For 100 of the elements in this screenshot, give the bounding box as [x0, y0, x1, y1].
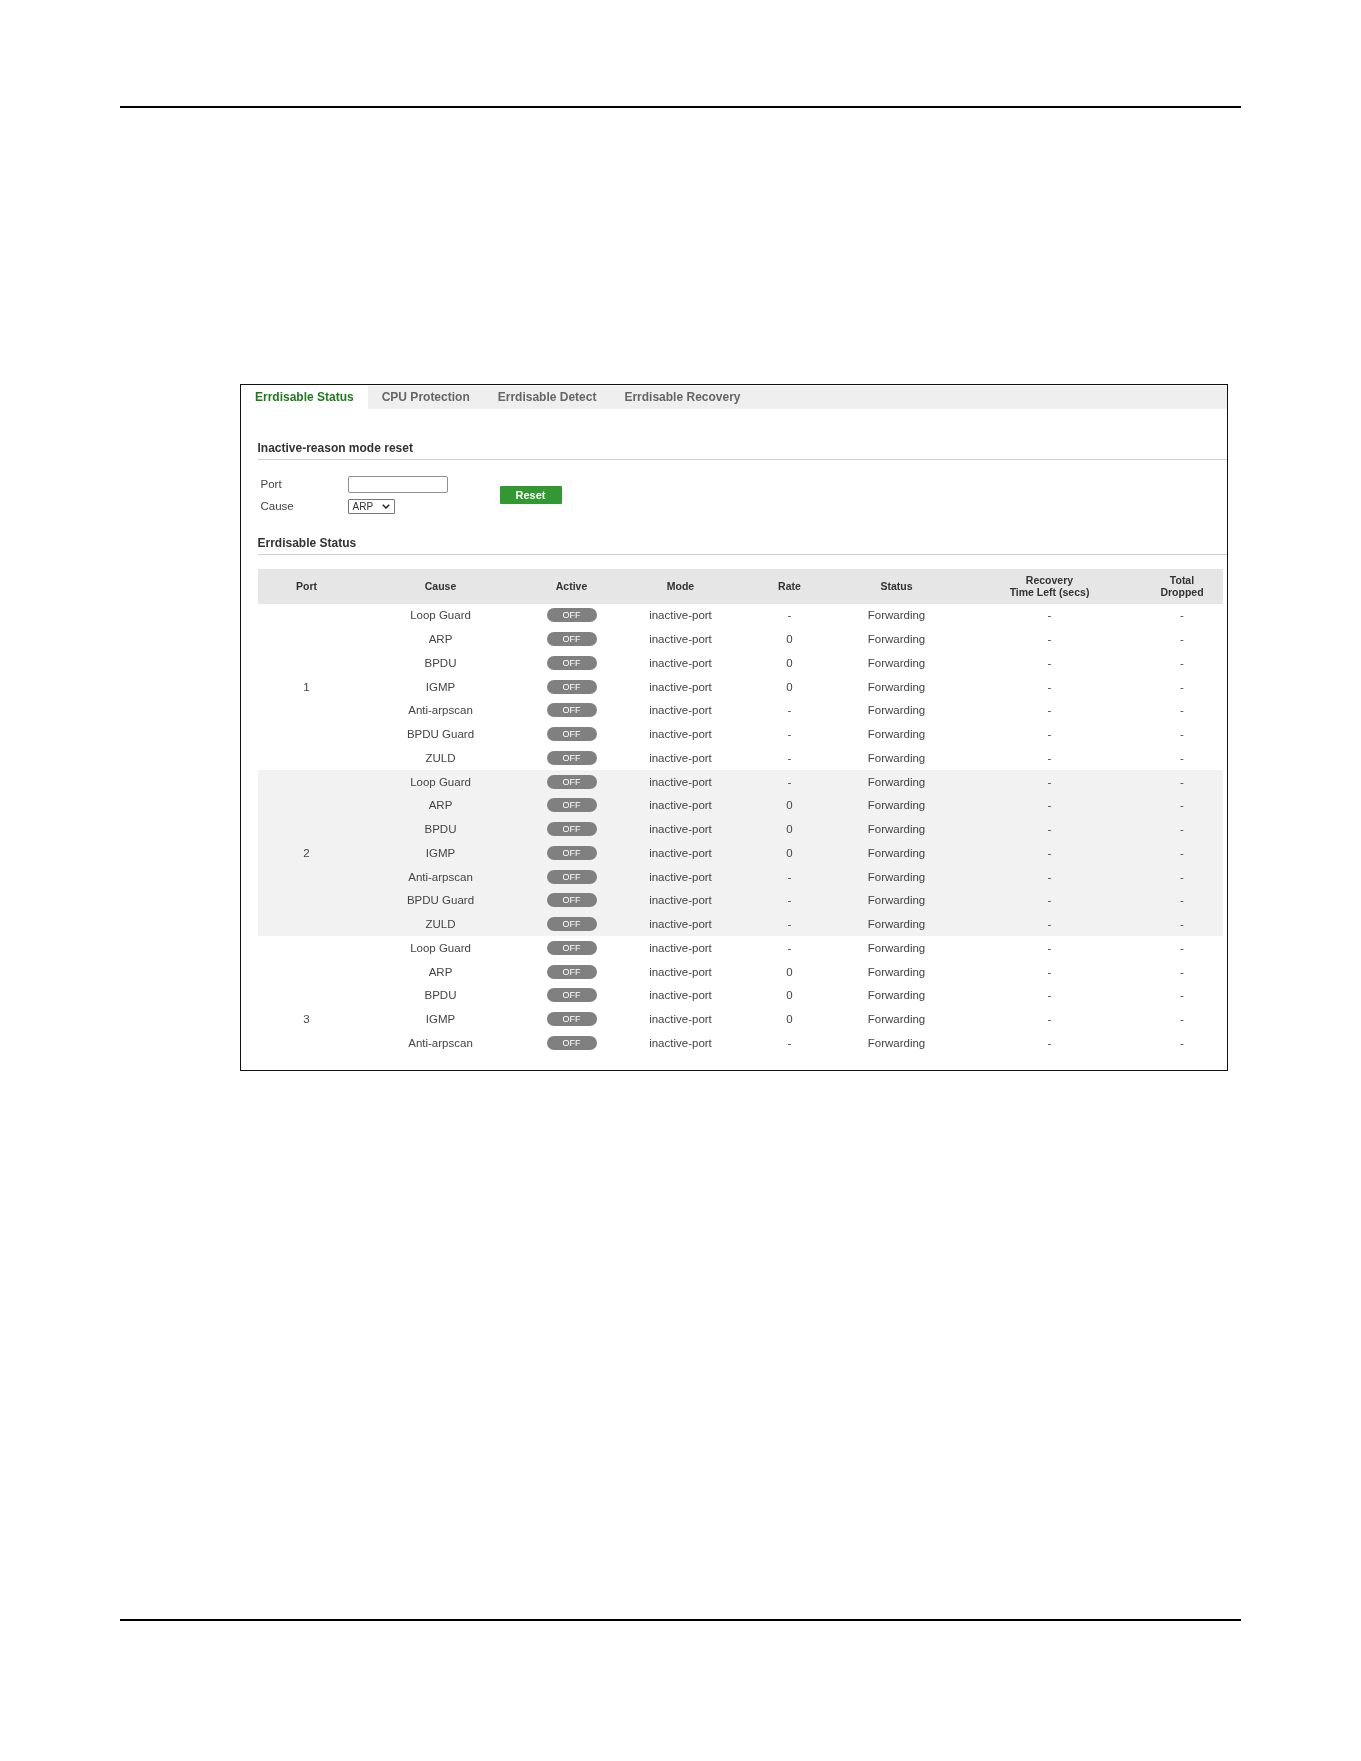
port-number: 2 — [303, 846, 310, 859]
cause-text: IGMP — [425, 1013, 456, 1026]
status-text: Forwarding — [867, 799, 926, 812]
toggle-switch[interactable]: OFF — [546, 1035, 597, 1050]
toggle-switch[interactable]: OFF — [546, 940, 597, 955]
status-text: Forwarding — [867, 633, 926, 646]
tab[interactable]: Errdisable Status — [241, 385, 368, 409]
status-text: Forwarding — [867, 751, 926, 764]
rate-text: 0 — [786, 633, 793, 646]
status-header: Status — [880, 580, 913, 592]
recovery-time-text: - — [1047, 728, 1052, 741]
toggle-switch[interactable]: OFF — [546, 608, 597, 623]
mode-text: inactive-port — [649, 680, 712, 693]
toggle-switch[interactable]: OFF — [546, 1012, 597, 1027]
section-heading: Inactive-reason mode reset — [257, 440, 413, 455]
toggle-switch[interactable]: OFF — [546, 869, 597, 884]
cause-text: ARP — [428, 633, 453, 646]
toggle-switch[interactable]: OFF — [546, 703, 597, 718]
toggle-switch[interactable]: OFF — [546, 679, 597, 694]
rate-text: - — [787, 728, 792, 741]
cause-text: Anti-arpscan — [408, 1036, 473, 1049]
mode-text: inactive-port — [649, 965, 712, 978]
rate-text: - — [787, 918, 792, 931]
reset-button[interactable]: Reset — [499, 485, 562, 504]
recovery-time-text: - — [1047, 609, 1052, 622]
active-header: Active — [555, 580, 588, 592]
rate-text: - — [787, 870, 792, 883]
cause-text: BPDU — [424, 989, 457, 1002]
toggle-switch[interactable]: OFF — [546, 917, 597, 932]
status-text: Forwarding — [867, 989, 926, 1002]
dropped-count-text: - — [1180, 704, 1184, 717]
dropped-count-text: - — [1180, 775, 1184, 788]
toggle-switch[interactable]: OFF — [546, 750, 597, 765]
toggle-switch[interactable]: OFF — [546, 988, 597, 1003]
rate-text: 0 — [786, 680, 793, 693]
recovery-time-text: - — [1047, 894, 1052, 907]
section-heading: Errdisable Status — [257, 535, 357, 550]
cause-text: BPDU Guard — [406, 728, 475, 741]
status-text: Forwarding — [867, 1036, 926, 1049]
cause-select[interactable]: ARP — [347, 498, 395, 514]
toggle-switch[interactable]: OFF — [546, 893, 597, 908]
dropped-count-text: - — [1180, 965, 1184, 978]
rate-text: 0 — [786, 799, 793, 812]
cause-text: Anti-arpscan — [408, 704, 473, 717]
recovery-time-text: - — [1047, 704, 1052, 717]
mode-text: inactive-port — [649, 894, 712, 907]
recovery-time-text: - — [1047, 823, 1052, 836]
toggle-switch[interactable]: OFF — [546, 655, 597, 670]
cause-text: Loop Guard — [410, 941, 471, 954]
status-text: Forwarding — [867, 704, 926, 717]
mode-text: inactive-port — [649, 633, 712, 646]
port-number: 1 — [303, 680, 310, 693]
toggle-switch[interactable]: OFF — [546, 964, 597, 979]
status-text: Forwarding — [867, 941, 926, 954]
rate-text: 0 — [786, 656, 793, 669]
mode-text: inactive-port — [649, 751, 712, 764]
cause-text: ARP — [428, 965, 453, 978]
status-text: Forwarding — [867, 609, 926, 622]
mode-text: inactive-port — [649, 609, 712, 622]
rate-text: - — [787, 751, 792, 764]
recovery-time-text: - — [1047, 751, 1052, 764]
rate-text: - — [787, 704, 792, 717]
rate-text: - — [787, 894, 792, 907]
toggle-switch[interactable]: OFF — [546, 727, 597, 742]
toggle-switch[interactable]: OFF — [546, 774, 597, 789]
status-text: Forwarding — [867, 894, 926, 907]
dropped-count-text: - — [1180, 1036, 1184, 1049]
port-input[interactable] — [347, 475, 448, 493]
status-text: Forwarding — [867, 870, 926, 883]
toggle-switch[interactable]: OFF — [546, 798, 597, 813]
chevron-down-icon — [381, 503, 390, 509]
tab[interactable]: Errdisable Recovery — [610, 385, 755, 409]
toggle-switch[interactable]: OFF — [546, 845, 597, 860]
mode-text: inactive-port — [649, 728, 712, 741]
port-number: 3 — [303, 1013, 310, 1026]
recovery-time-text: - — [1047, 633, 1052, 646]
tab[interactable]: Errdisable Detect — [483, 385, 611, 409]
dropped-count-text: - — [1180, 728, 1184, 741]
recovery-time-text: - — [1047, 1036, 1052, 1049]
rate-text: 0 — [786, 823, 793, 836]
rate-text: 0 — [786, 1013, 793, 1026]
toggle-switch[interactable]: OFF — [546, 632, 597, 647]
cause-text: IGMP — [425, 846, 456, 859]
mode-text: inactive-port — [649, 941, 712, 954]
recovery-time-text: - — [1047, 1013, 1052, 1026]
field-label: Cause — [260, 500, 294, 512]
cause-text: BPDU — [424, 823, 457, 836]
dropped-count-text: - — [1180, 989, 1184, 1002]
toggle-switch[interactable]: OFF — [546, 822, 597, 837]
dropped-count-text: - — [1180, 609, 1184, 622]
cause-text: Anti-arpscan — [408, 870, 473, 883]
status-text: Forwarding — [867, 965, 926, 978]
tab[interactable]: CPU Protection — [367, 385, 484, 409]
dropped-count-text: - — [1180, 1013, 1184, 1026]
rate-text: 0 — [786, 846, 793, 859]
rate-text: - — [787, 941, 792, 954]
mode-text: inactive-port — [649, 775, 712, 788]
cause-text: Loop Guard — [410, 609, 471, 622]
cause-text: ARP — [428, 799, 453, 812]
dropped-count-text: - — [1180, 870, 1184, 883]
